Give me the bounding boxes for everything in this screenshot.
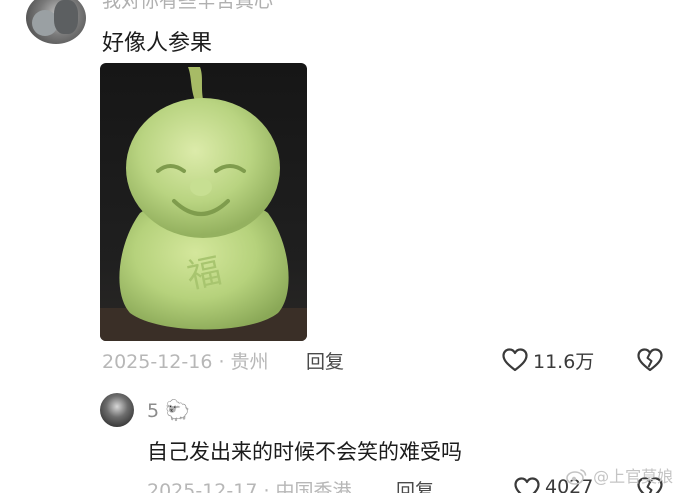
like-count: 11.6万 xyxy=(533,351,595,373)
avatar[interactable] xyxy=(100,393,134,427)
avatar[interactable] xyxy=(26,0,86,44)
comment-text: 自己发出来的时候不会笑的难受吗 xyxy=(147,440,462,464)
username-text: 5 xyxy=(147,400,160,422)
comment-text: 好像人参果 xyxy=(102,31,213,56)
watermark-text: @上官莫娘 xyxy=(593,467,674,486)
reply-button[interactable]: 回复 xyxy=(396,476,434,493)
comment-image[interactable]: 福 xyxy=(100,63,307,341)
weibo-logo-icon xyxy=(566,469,587,485)
humanoid-pear-photo: 福 xyxy=(100,67,307,341)
sheep-emoji: 🐑 xyxy=(165,398,191,422)
comment-date-location: 2025-12-16 · 贵州 xyxy=(102,351,269,373)
watermark: @上官莫娘 xyxy=(566,463,673,487)
dislike-broken-heart-icon[interactable] xyxy=(637,348,663,372)
like-heart-icon[interactable] xyxy=(514,477,540,493)
reply-button[interactable]: 回复 xyxy=(306,347,344,374)
comment-date-location: 2025-12-17 · 中国香港 xyxy=(147,480,352,493)
comment-username[interactable]: 5 🐑 xyxy=(147,398,190,422)
comment-username[interactable]: 我对你有些辛苦真心 xyxy=(102,0,273,13)
like-heart-icon[interactable] xyxy=(502,348,528,372)
